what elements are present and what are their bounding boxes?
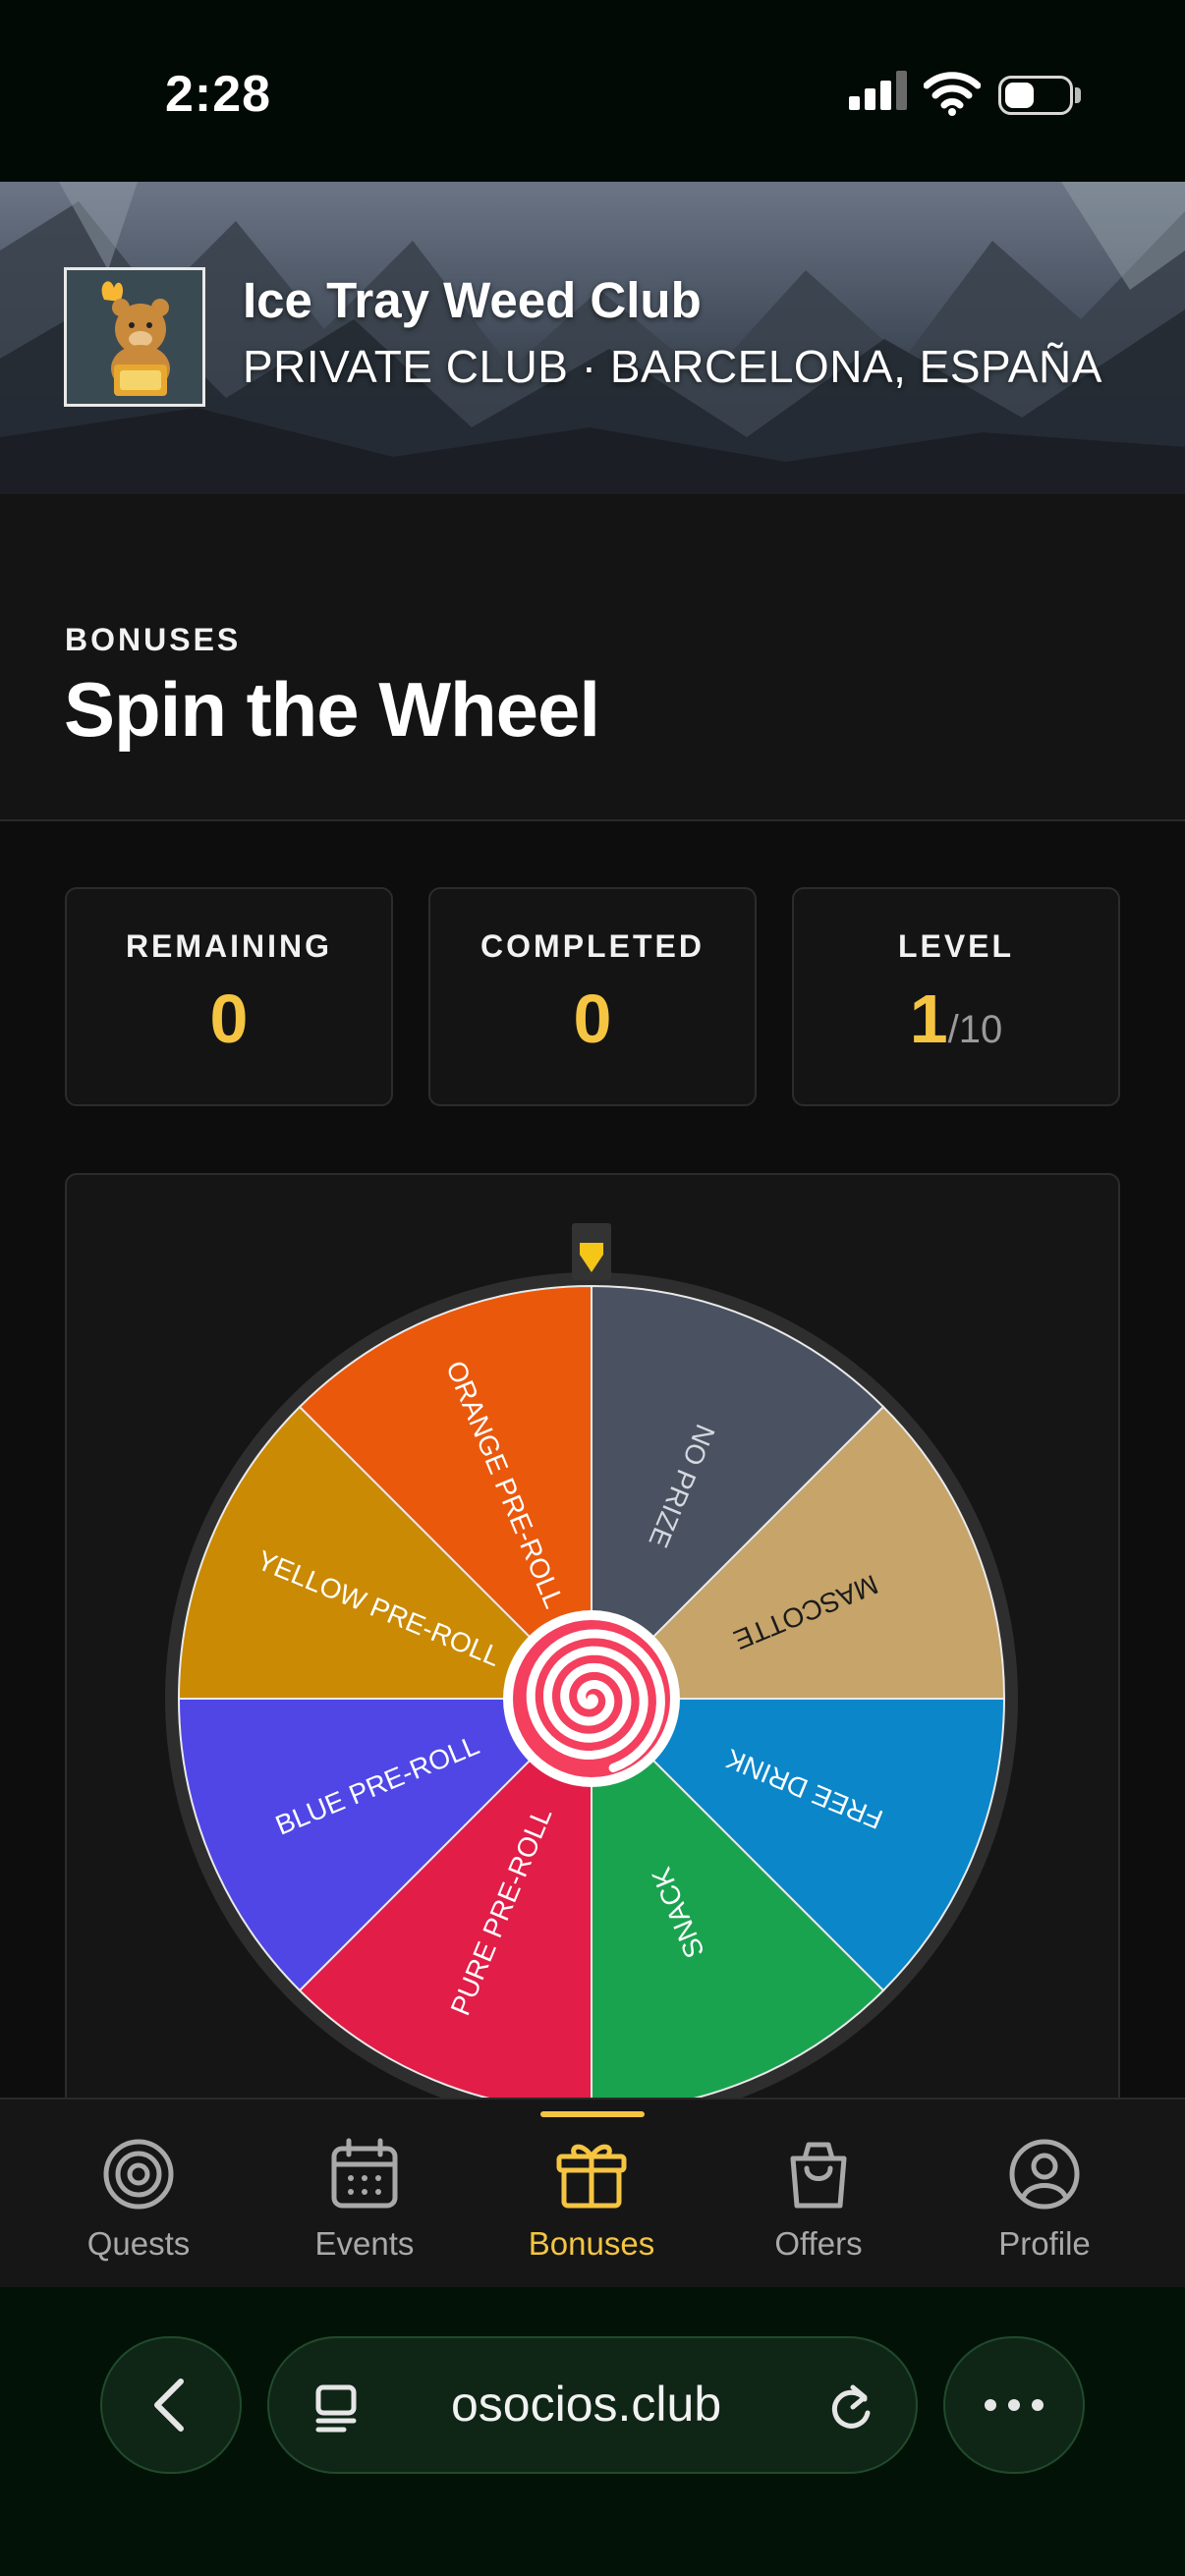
nav-label: Profile <box>998 2225 1091 2262</box>
chevron-left-icon <box>154 2379 184 2432</box>
reload-icon[interactable] <box>821 2378 880 2436</box>
nav-label: Bonuses <box>528 2225 655 2262</box>
tabs-icon <box>315 2384 357 2433</box>
prize-wheel[interactable]: NO PRIZEMASCOTTEFREE DRINKSNACKPURE PRE-… <box>0 0 1185 2098</box>
calendar-icon <box>331 2138 398 2209</box>
browser-menu-button[interactable] <box>943 2336 1085 2474</box>
address-bar[interactable]: osocios.club <box>267 2336 918 2474</box>
more-horizontal-icon <box>985 2399 1044 2411</box>
wheel-spin-hub[interactable] <box>503 1610 680 1787</box>
user-circle-icon <box>1009 2139 1080 2210</box>
nav-tab-profile[interactable]: Profile <box>946 2098 1143 2287</box>
nav-tab-quests[interactable]: Quests <box>40 2098 237 2287</box>
nav-tab-offers[interactable]: Offers <box>720 2098 917 2287</box>
nav-label: Events <box>314 2225 415 2262</box>
nav-tab-events[interactable]: Events <box>266 2098 463 2287</box>
target-icon <box>103 2139 174 2210</box>
address-bar-url: osocios.club <box>451 2377 722 2432</box>
wheel-pointer <box>572 1223 611 1280</box>
nav-tab-bonuses[interactable]: Bonuses <box>493 2098 690 2287</box>
nav-label: Quests <box>86 2225 191 2262</box>
shopping-bag-icon <box>790 2142 847 2209</box>
gift-icon <box>556 2144 627 2209</box>
nav-label: Offers <box>774 2225 863 2262</box>
browser-back-button[interactable] <box>100 2336 242 2474</box>
